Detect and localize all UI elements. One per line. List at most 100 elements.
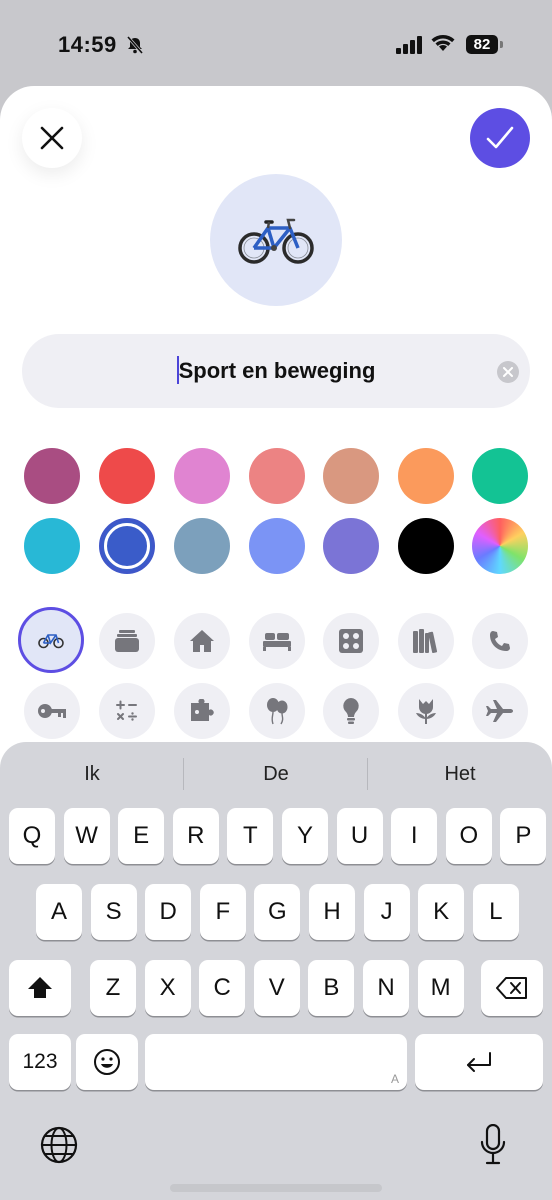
category-name-value: Sport en beweging bbox=[178, 358, 376, 383]
icon-option-books[interactable] bbox=[398, 613, 454, 669]
icon-option-house[interactable] bbox=[174, 613, 230, 669]
color-swatch[interactable] bbox=[99, 518, 155, 574]
suggestion-3[interactable]: Het bbox=[368, 756, 552, 792]
key-i[interactable]: I bbox=[391, 808, 438, 864]
key-f[interactable]: F bbox=[199, 884, 246, 940]
shift-icon bbox=[28, 977, 52, 998]
emoji-icon bbox=[94, 1049, 120, 1075]
key-q[interactable]: Q bbox=[9, 808, 55, 864]
lightbulb-icon bbox=[341, 697, 361, 725]
icon-option-airplane[interactable] bbox=[472, 683, 528, 739]
key-u[interactable]: U bbox=[336, 808, 383, 864]
key-t[interactable]: T bbox=[227, 808, 274, 864]
key-d[interactable]: D bbox=[145, 884, 192, 940]
battery-tip bbox=[500, 41, 503, 48]
custom-color-wheel[interactable] bbox=[472, 518, 528, 574]
key-y[interactable]: Y bbox=[282, 808, 328, 864]
key-n[interactable]: N bbox=[363, 960, 409, 1016]
icon-option-lightbulb[interactable] bbox=[323, 683, 379, 739]
tulip-icon bbox=[413, 697, 439, 725]
puzzle-icon bbox=[189, 699, 215, 723]
suggestion-1[interactable]: Ik bbox=[0, 756, 184, 792]
key-x[interactable]: X bbox=[144, 960, 191, 1016]
color-swatch[interactable] bbox=[249, 448, 305, 504]
color-swatch[interactable] bbox=[398, 448, 454, 504]
icon-option-tulip[interactable] bbox=[398, 683, 454, 739]
books-icon bbox=[413, 629, 439, 653]
battery-indicator: 82 bbox=[466, 35, 498, 54]
icon-option-bicycle[interactable] bbox=[18, 607, 84, 673]
bell-muted-icon bbox=[126, 36, 144, 59]
category-name-field[interactable]: Sport en beweging bbox=[22, 334, 530, 408]
phone-icon bbox=[489, 630, 511, 652]
key-k[interactable]: K bbox=[418, 884, 465, 940]
icon-option-puzzle[interactable] bbox=[174, 683, 230, 739]
key-e[interactable]: E bbox=[118, 808, 165, 864]
status-bar: 14:59 82 bbox=[0, 0, 552, 86]
color-swatch[interactable] bbox=[99, 448, 155, 504]
clear-text-button[interactable] bbox=[497, 361, 519, 383]
key-j[interactable]: J bbox=[363, 884, 410, 940]
key-c[interactable]: C bbox=[199, 960, 246, 1016]
key-w[interactable]: W bbox=[63, 808, 110, 864]
bed-icon bbox=[263, 631, 291, 651]
key-m[interactable]: M bbox=[417, 960, 464, 1016]
color-swatch[interactable] bbox=[24, 518, 80, 574]
key-a[interactable]: A bbox=[36, 884, 82, 940]
return-key[interactable] bbox=[415, 1034, 543, 1090]
space-key[interactable]: A bbox=[145, 1034, 407, 1090]
key-z[interactable]: Z bbox=[90, 960, 136, 1016]
color-swatch[interactable] bbox=[174, 518, 230, 574]
color-swatch[interactable] bbox=[249, 518, 305, 574]
key-b[interactable]: B bbox=[308, 960, 355, 1016]
tray-stack-icon bbox=[115, 630, 139, 652]
color-swatch[interactable] bbox=[24, 448, 80, 504]
shift-key[interactable] bbox=[9, 960, 71, 1016]
cellular-signal-icon bbox=[396, 36, 424, 59]
balloons-icon bbox=[265, 697, 289, 725]
key-p[interactable]: P bbox=[500, 808, 547, 864]
icon-option-calculator[interactable] bbox=[99, 683, 155, 739]
checkmark-icon bbox=[486, 126, 514, 149]
color-swatch[interactable] bbox=[398, 518, 454, 574]
bicycle-icon bbox=[238, 218, 314, 264]
color-swatch[interactable] bbox=[323, 518, 379, 574]
key-icon bbox=[38, 703, 66, 719]
icon-option-stove[interactable] bbox=[323, 613, 379, 669]
confirm-button[interactable] bbox=[470, 108, 530, 168]
close-button[interactable] bbox=[22, 108, 82, 168]
status-time: 14:59 bbox=[58, 32, 117, 57]
wifi-icon bbox=[430, 33, 456, 58]
return-icon bbox=[467, 1052, 491, 1072]
emoji-key[interactable] bbox=[76, 1034, 138, 1090]
globe-icon[interactable] bbox=[40, 1126, 78, 1169]
color-swatch[interactable] bbox=[472, 448, 528, 504]
key-h[interactable]: H bbox=[309, 884, 355, 940]
space-key-marker: A bbox=[390, 1072, 399, 1086]
clear-icon bbox=[503, 367, 513, 377]
backspace-icon bbox=[496, 977, 527, 999]
stove-icon bbox=[339, 629, 363, 653]
bicycle-icon bbox=[38, 631, 64, 649]
key-g[interactable]: G bbox=[254, 884, 301, 940]
numbers-key[interactable]: 123 bbox=[9, 1034, 71, 1090]
key-s[interactable]: S bbox=[90, 884, 137, 940]
icon-option-balloons[interactable] bbox=[249, 683, 305, 739]
icon-option-phone[interactable] bbox=[472, 613, 528, 669]
color-swatch[interactable] bbox=[323, 448, 379, 504]
icon-option-tray-stack[interactable] bbox=[99, 613, 155, 669]
color-swatch[interactable] bbox=[174, 448, 230, 504]
icon-option-bed[interactable] bbox=[249, 613, 305, 669]
delete-key[interactable] bbox=[481, 960, 543, 1016]
suggestion-2[interactable]: De bbox=[184, 756, 368, 792]
airplane-icon bbox=[486, 699, 514, 723]
key-l[interactable]: L bbox=[472, 884, 519, 940]
category-icon-preview[interactable] bbox=[210, 174, 342, 306]
home-indicator bbox=[170, 1184, 382, 1192]
icon-option-key[interactable] bbox=[24, 683, 80, 739]
microphone-icon[interactable] bbox=[480, 1123, 506, 1171]
on-screen-keyboard: Ik De Het Q W E R T Y U I O P A S D F G H J K L Z X C V B N M 123 A bbox=[0, 742, 552, 1200]
key-v[interactable]: V bbox=[253, 960, 300, 1016]
key-o[interactable]: O bbox=[445, 808, 492, 864]
key-r[interactable]: R bbox=[172, 808, 219, 864]
